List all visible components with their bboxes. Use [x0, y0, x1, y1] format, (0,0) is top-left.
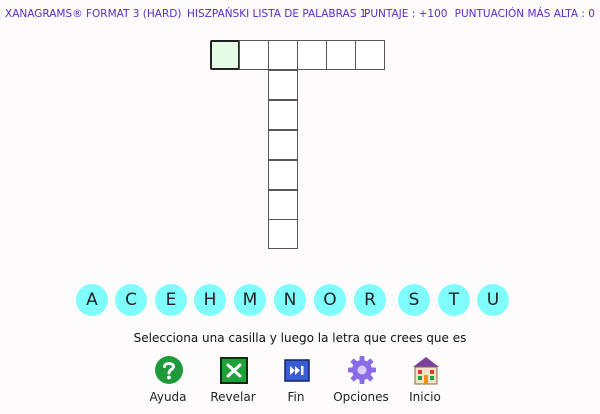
- grid-cell-across-1[interactable]: [210, 40, 240, 70]
- home-label: Inicio: [409, 390, 441, 404]
- game-title: XANAGRAMS® FORMAT 3 (HARD): [5, 8, 182, 20]
- x-square-icon: [220, 357, 248, 384]
- help-label: Ayuda: [149, 390, 187, 404]
- letter-tile-a[interactable]: A: [76, 284, 108, 316]
- question-circle-icon: [155, 356, 183, 384]
- header-bar: XANAGRAMS® FORMAT 3 (HARD) HISZPAŃSKI LI…: [5, 8, 595, 24]
- home-button[interactable]: Inicio: [392, 355, 458, 407]
- letter-tile-c[interactable]: C: [115, 284, 147, 316]
- score-display: PUNTAJE : +100: [364, 8, 448, 20]
- grid-cell-across-2[interactable]: [239, 40, 269, 70]
- letter-tiles: A C E H M N O R S T U: [0, 284, 600, 316]
- reveal-label: Revelar: [210, 390, 256, 404]
- high-score-display: PUNTUACIÓN MÁS ALTA : 0: [454, 8, 595, 20]
- letter-tile-n[interactable]: N: [274, 284, 306, 316]
- grid-cell-down-4[interactable]: [268, 130, 298, 160]
- end-button[interactable]: Fin: [263, 355, 329, 407]
- letter-tile-s[interactable]: S: [398, 284, 430, 316]
- bottom-toolbar: Ayuda Revelar Fin Opciones Inicio: [0, 355, 600, 410]
- letter-tile-h[interactable]: H: [194, 284, 226, 316]
- letter-tile-t[interactable]: T: [438, 284, 470, 316]
- letter-tile-e[interactable]: E: [155, 284, 187, 316]
- options-button[interactable]: Opciones: [328, 355, 394, 407]
- grid-cell-across-4[interactable]: [297, 40, 327, 70]
- grid-cell-across-6[interactable]: [355, 40, 385, 70]
- options-label: Opciones: [333, 390, 389, 404]
- grid-cell-across-3[interactable]: [268, 40, 298, 70]
- grid-cell-down-5[interactable]: [268, 160, 298, 190]
- letter-tile-u[interactable]: U: [477, 284, 509, 316]
- fast-forward-icon: [284, 359, 310, 382]
- help-button[interactable]: Ayuda: [135, 355, 201, 407]
- word-list-name: HISZPAŃSKI LISTA DE PALABRAS 1: [187, 8, 367, 20]
- grid-cell-across-5[interactable]: [326, 40, 356, 70]
- instruction-text: Selecciona una casilla y luego la letra …: [133, 331, 467, 345]
- letter-tile-r[interactable]: R: [354, 284, 386, 316]
- grid-cell-down-7[interactable]: [268, 219, 298, 249]
- grid-cell-down-3[interactable]: [268, 100, 298, 130]
- reveal-button[interactable]: Revelar: [200, 355, 266, 407]
- letter-tile-m[interactable]: M: [234, 284, 266, 316]
- grid-cell-down-2[interactable]: [268, 70, 298, 100]
- end-label: Fin: [287, 390, 305, 404]
- letter-tile-o[interactable]: O: [314, 284, 346, 316]
- grid-cell-down-6[interactable]: [268, 190, 298, 220]
- house-icon: [413, 357, 439, 385]
- gear-icon: [348, 356, 376, 384]
